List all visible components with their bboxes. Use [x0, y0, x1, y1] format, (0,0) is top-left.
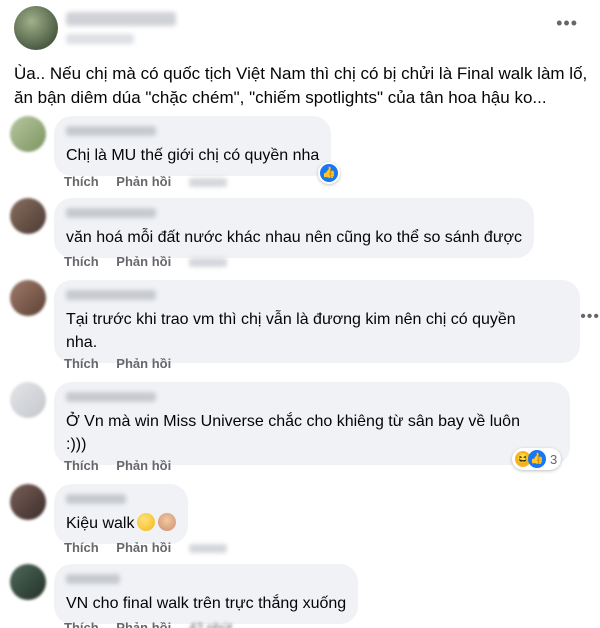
reply-link[interactable]: Phản hồi	[116, 620, 171, 628]
comment-bubble: Chị là MU thế giới chị có quyền nha	[54, 116, 332, 176]
comment-bubble: Ở Vn mà win Miss Universe chắc cho khiên…	[54, 382, 570, 465]
commenter-avatar[interactable]	[10, 116, 46, 152]
reply-link[interactable]: Phản hồi	[116, 540, 171, 555]
comment-more-icon[interactable]: •••	[580, 308, 600, 326]
comment: Chị là MU thế giới chị có quyền nha 👍 Th…	[10, 116, 600, 189]
comment: Tại trước khi trao vm thì chị vẫn là đươ…	[10, 280, 600, 376]
comment-time-blurred[interactable]	[188, 178, 227, 188]
like-icon: 👍	[320, 164, 338, 182]
reply-link[interactable]: Phản hồi	[116, 174, 171, 189]
commenter-name-blurred[interactable]	[66, 208, 156, 218]
comment-actions: Thích Phản hồi	[64, 540, 241, 555]
comment-bubble: Kiệu walk	[54, 484, 189, 544]
commenter-name-blurred[interactable]	[66, 494, 126, 504]
comment-actions: Thích Phản hồi	[64, 174, 241, 189]
author-name-blurred[interactable]	[66, 12, 176, 26]
reaction-count: 3	[550, 451, 558, 467]
commenter-avatar[interactable]	[10, 382, 46, 418]
comment: Ở Vn mà win Miss Universe chắc cho khiên…	[10, 382, 600, 478]
commenter-avatar[interactable]	[10, 280, 46, 316]
comment-time[interactable]: 42 phút	[189, 620, 232, 628]
like-link[interactable]: Thích	[64, 356, 99, 371]
comment-bubble: Tại trước khi trao vm thì chị vẫn là đươ…	[54, 280, 580, 363]
like-link[interactable]: Thích	[64, 174, 99, 189]
reaction-badge[interactable]: 😆 👍 3	[512, 448, 562, 470]
comment-text: Kiệu walk	[66, 512, 177, 535]
smiling-face-emoji-icon	[137, 513, 156, 531]
comment-actions: Thích Phản hồi	[64, 254, 241, 269]
commenter-name-blurred[interactable]	[66, 392, 156, 402]
commenter-avatar[interactable]	[10, 198, 46, 234]
commenter-name-blurred[interactable]	[66, 290, 156, 300]
comment-bubble: VN cho final walk trên trực thắng xuống	[54, 564, 359, 624]
commenter-name-blurred[interactable]	[66, 574, 120, 584]
like-link[interactable]: Thích	[64, 540, 99, 555]
post-header: •••	[14, 6, 586, 54]
comment-bubble: văn hoá mỗi đất nước khác nhau nên cũng …	[54, 198, 535, 258]
reaction-badge[interactable]: 👍	[318, 162, 340, 184]
comment-time-blurred[interactable]	[188, 544, 227, 554]
comment-actions: Thích Phản hồi	[64, 458, 185, 473]
commenter-avatar[interactable]	[10, 484, 46, 520]
comment: VN cho final walk trên trực thắng xuống …	[10, 564, 600, 628]
comment-text: văn hoá mỗi đất nước khác nhau nên cũng …	[66, 229, 523, 246]
reply-link[interactable]: Phản hồi	[116, 356, 171, 371]
like-link[interactable]: Thích	[64, 458, 99, 473]
author-avatar[interactable]	[14, 6, 58, 50]
comment: văn hoá mỗi đất nước khác nhau nên cũng …	[10, 198, 600, 270]
like-icon: 👍	[528, 450, 546, 468]
comment-actions: Thích Phản hồi	[64, 356, 185, 371]
comment-text: Chị là MU thế giới chị có quyền nha	[66, 147, 320, 164]
person-emoji-icon	[158, 513, 177, 531]
comment-actions: Thích Phản hồi 42 phút	[64, 620, 246, 628]
comment-text: VN cho final walk trên trực thắng xuống	[66, 595, 347, 612]
commenter-avatar[interactable]	[10, 564, 46, 600]
post-time-blurred[interactable]	[66, 34, 134, 44]
post-text: Ùa.. Nếu chị mà có quốc tịch Việt Nam th…	[14, 64, 588, 107]
comment: Kiệu walk Thích Phản hồi	[10, 484, 600, 555]
more-options-icon[interactable]: •••	[556, 14, 578, 32]
commenter-name-blurred[interactable]	[66, 126, 156, 136]
like-link[interactable]: Thích	[64, 620, 99, 628]
comment-text: Tại trước khi trao vm thì chị vẫn là đươ…	[66, 311, 516, 351]
comment-time-blurred[interactable]	[188, 258, 227, 268]
reply-link[interactable]: Phản hồi	[116, 254, 171, 269]
reply-link[interactable]: Phản hồi	[116, 458, 171, 473]
like-link[interactable]: Thích	[64, 254, 99, 269]
comment-text: Ở Vn mà win Miss Universe chắc cho khiên…	[66, 413, 520, 453]
comment-text-body: Kiệu walk	[66, 515, 135, 532]
